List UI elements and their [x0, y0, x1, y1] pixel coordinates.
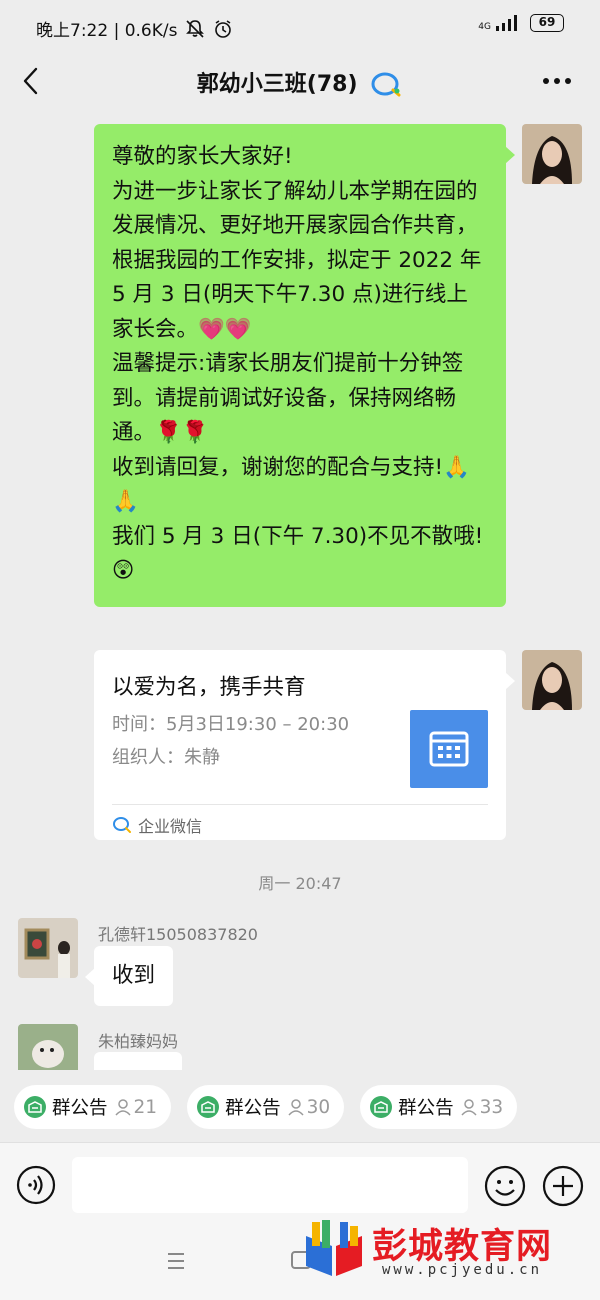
watermark-url: www.pcjyedu.cn: [382, 1262, 543, 1278]
announcement-chip[interactable]: 群公告 30: [187, 1085, 345, 1129]
message-line: 温馨提示:请家长朋友们提前十分钟签到。请提前调试好设备，保持网络畅通。🌹🌹: [112, 351, 464, 445]
alarm-icon: [215, 19, 232, 38]
announcement-label: 群公告: [225, 1098, 281, 1119]
meeting-time: 时间：5月3日19:30 – 20:30: [112, 714, 350, 735]
read-count-value: 33: [479, 1096, 504, 1118]
card-divider: [112, 804, 488, 805]
announcement-label: 群公告: [52, 1098, 108, 1119]
meeting-title: 以爱为名，携手共育: [112, 675, 306, 700]
watermark-logo-icon: [306, 1220, 362, 1276]
read-count: 30: [287, 1096, 331, 1118]
message-list[interactable]: 尊敬的家长大家好! 为进一步让家长了解幼儿本学期在园的发展情况、更好地开展家园合…: [0, 110, 600, 1070]
status-time: 晚上7:22 | 0.6K/s: [36, 21, 178, 41]
sender-name: 孔德轩15050837820: [98, 925, 258, 944]
voice-input-icon[interactable]: [16, 1165, 56, 1205]
time-divider: 周一 20:47: [258, 874, 342, 893]
group-name: 郭幼小三班(78): [196, 72, 358, 97]
announcement-icon: [197, 1096, 220, 1118]
sender-avatar[interactable]: [18, 918, 78, 978]
my-avatar[interactable]: [522, 124, 582, 184]
mute-bell-icon: [186, 19, 205, 38]
plus-icon[interactable]: [542, 1165, 584, 1207]
message-line: 尊敬的家长大家好!: [112, 144, 293, 169]
read-count-value: 21: [133, 1096, 158, 1118]
person-icon: [288, 1099, 304, 1116]
read-count: 33: [460, 1096, 504, 1118]
card-source: 企业微信: [112, 813, 202, 837]
reply-message[interactable]: 收到: [84, 946, 174, 1006]
battery-indicator: 69: [530, 14, 564, 32]
meeting-organizer: 组织人：朱静: [112, 747, 220, 768]
menu-icon[interactable]: [166, 1252, 186, 1270]
chat-header: 郭幼小三班(78): [0, 56, 600, 110]
status-left: 晚上7:22 | 0.6K/s: [36, 16, 233, 41]
sender-name: 朱柏臻妈妈: [98, 1032, 179, 1051]
input-bar: [0, 1142, 600, 1220]
sender-avatar[interactable]: [18, 1024, 78, 1070]
person-icon: [114, 1099, 131, 1116]
card-source-label: 企业微信: [138, 817, 203, 836]
announcement-chip[interactable]: 群公告 21: [14, 1085, 172, 1129]
announcement-icon: [24, 1096, 46, 1118]
network-type: 4G: [478, 22, 491, 32]
signal-icon: [496, 15, 517, 31]
reply-message[interactable]: [94, 1052, 182, 1070]
status-right: 4G 69: [478, 14, 564, 32]
calendar-icon: [410, 710, 488, 788]
read-count: 21: [114, 1096, 158, 1118]
announcement-chip[interactable]: 群公告 33: [360, 1085, 518, 1129]
message-line: 为进一步让家长了解幼儿本学期在园的发展情况、更好地开展家园合作共育，根据我园的工…: [112, 178, 489, 342]
emoji-icon[interactable]: [484, 1165, 526, 1207]
wecom-chat-icon: [371, 72, 401, 97]
read-count-value: 30: [306, 1096, 331, 1118]
message-line: 收到请回复，谢谢您的配合与支持!🙏🙏: [112, 454, 470, 515]
status-bar: 晚上7:22 | 0.6K/s 4G 69: [0, 0, 600, 56]
wecom-logo-icon: [113, 817, 131, 833]
chat-title: 郭幼小三班(78): [0, 66, 600, 99]
announcement-message[interactable]: 尊敬的家长大家好! 为进一步让家长了解幼儿本学期在园的发展情况、更好地开展家园合…: [94, 124, 515, 607]
message-line: 我们 5 月 3 日(下午 7.30)不见不散哦!😲: [112, 523, 484, 584]
more-options-icon[interactable]: [540, 66, 574, 96]
announcement-icon: [370, 1096, 393, 1118]
meeting-card[interactable]: 以爱为名，携手共育 时间：5月3日19:30 – 20:30 组织人：朱静 企业…: [94, 650, 515, 840]
watermark: 彭城教育网 www.pcjyedu.cn: [300, 1218, 592, 1282]
announcement-label: 群公告: [398, 1098, 454, 1119]
message-input[interactable]: [72, 1157, 468, 1213]
announcement-bar: 群公告 21 群公告 30 群公告 33: [0, 1072, 600, 1142]
person-icon: [461, 1099, 477, 1116]
my-avatar[interactable]: [522, 650, 582, 710]
